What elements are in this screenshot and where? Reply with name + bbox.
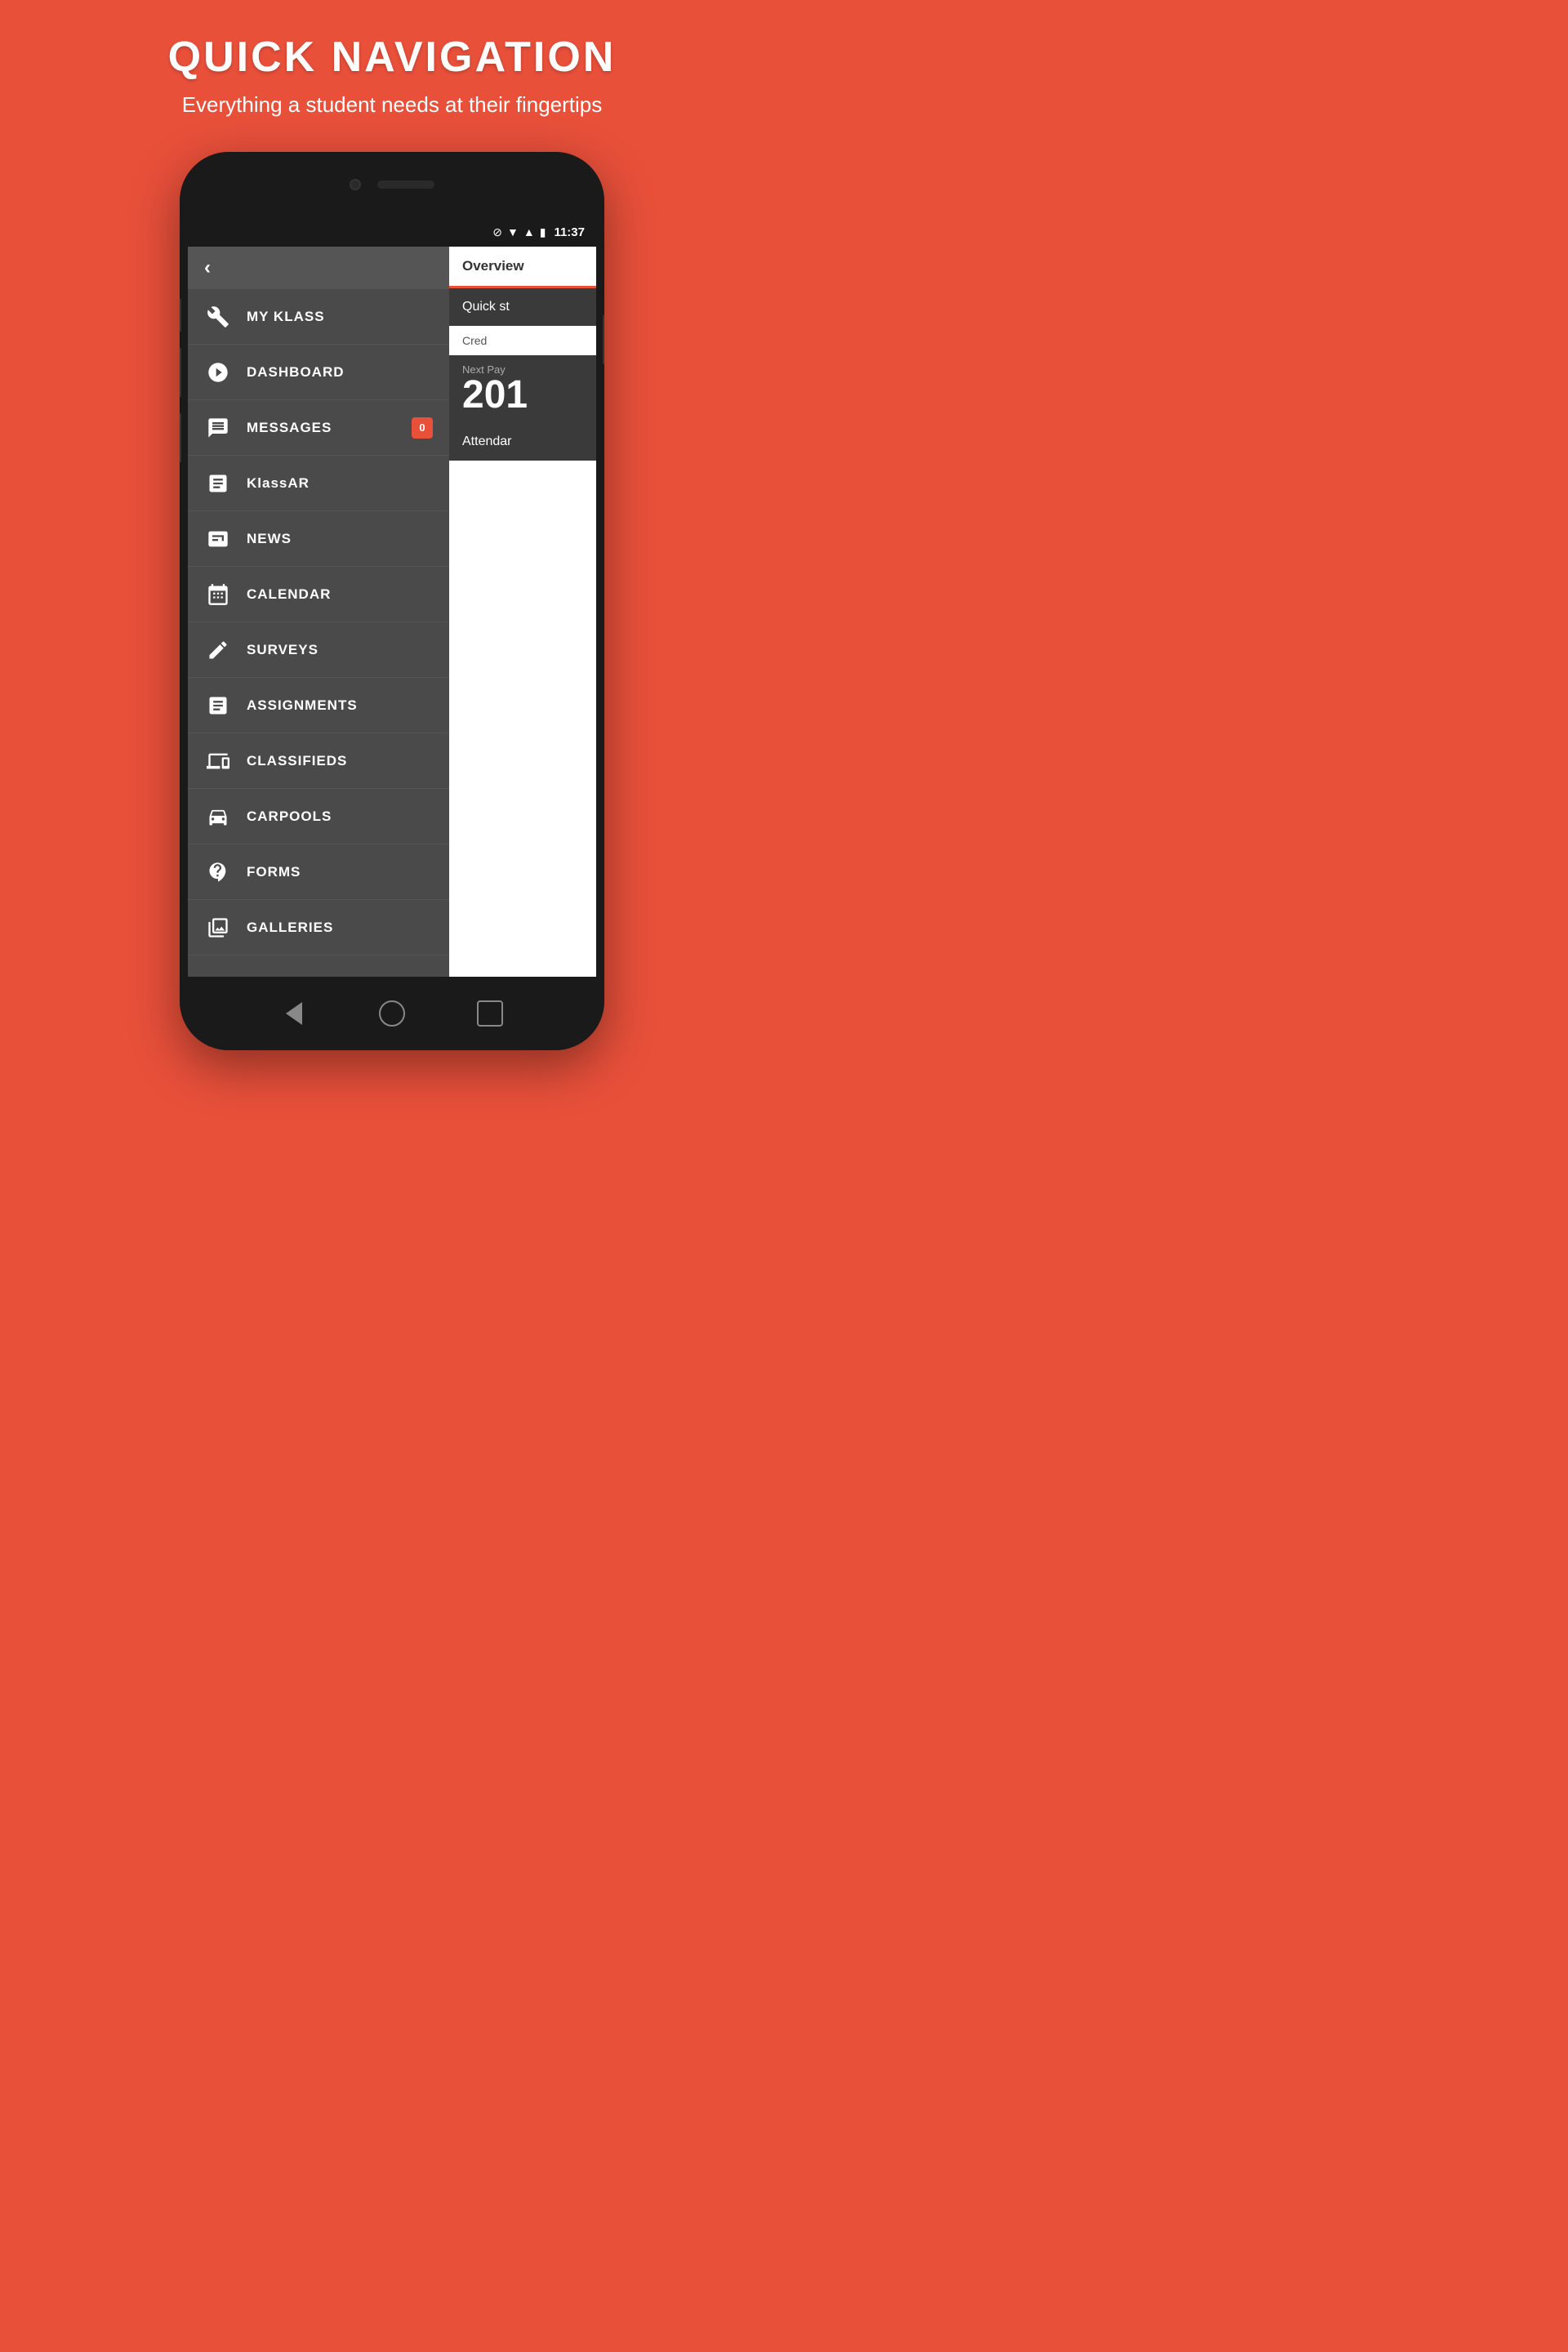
phone-bottom-nav bbox=[180, 977, 604, 1050]
back-bar[interactable]: ‹ bbox=[188, 247, 449, 289]
assignments-label: ASSIGNMENTS bbox=[247, 697, 358, 714]
phone-top-bezel bbox=[180, 152, 604, 217]
quick-start-box: Quick st bbox=[449, 288, 596, 326]
menu-item-forms[interactable]: FORMS bbox=[188, 844, 449, 900]
volume-down-button bbox=[180, 348, 181, 397]
menu-item-surveys[interactable]: SURVEYS bbox=[188, 622, 449, 678]
calendar-label: CALENDAR bbox=[247, 586, 331, 603]
dashboard-icon bbox=[204, 359, 232, 386]
power-button bbox=[603, 315, 604, 364]
right-panel: Overview Quick st Cred Next Pay 201 Atte… bbox=[449, 247, 596, 977]
classifieds-icon bbox=[204, 747, 232, 775]
wifi-icon: ▼ bbox=[507, 225, 519, 238]
carpools-label: CARPOOLS bbox=[247, 808, 332, 825]
galleries-icon bbox=[204, 914, 232, 942]
phone-device: ⊘ ▼ ▲ ▮ 11:37 ‹ MY KLASS bbox=[180, 152, 604, 1050]
menu-item-assignments[interactable]: ASSIGNMENTS bbox=[188, 678, 449, 733]
menu-item-news[interactable]: NEWS bbox=[188, 511, 449, 567]
my-klass-icon bbox=[204, 303, 232, 331]
assignments-icon bbox=[204, 692, 232, 719]
messages-badge: 0 bbox=[412, 417, 433, 439]
attendance-label: Attendar bbox=[462, 434, 511, 448]
next-pay-value: 201 bbox=[462, 376, 583, 415]
news-label: NEWS bbox=[247, 531, 292, 547]
no-disturb-icon: ⊘ bbox=[492, 225, 502, 239]
menu-item-my-klass[interactable]: MY KLASS bbox=[188, 289, 449, 345]
app-area: ‹ MY KLASS DASHBOARD bbox=[188, 247, 596, 977]
surveys-icon bbox=[204, 636, 232, 664]
recents-nav-button[interactable] bbox=[477, 1000, 503, 1027]
menu-item-messages[interactable]: MESSAGES 0 bbox=[188, 400, 449, 456]
forms-icon bbox=[204, 858, 232, 886]
carpools-icon bbox=[204, 803, 232, 831]
news-icon bbox=[204, 525, 232, 553]
quick-start-label: Quick st bbox=[462, 300, 510, 314]
calendar-icon bbox=[204, 581, 232, 608]
phone-screen: ⊘ ▼ ▲ ▮ 11:37 ‹ MY KLASS bbox=[188, 217, 596, 977]
surveys-label: SURVEYS bbox=[247, 642, 318, 658]
page-title: QUICK NAVIGATION bbox=[168, 33, 617, 82]
home-nav-button[interactable] bbox=[379, 1000, 405, 1027]
volume-up-button bbox=[180, 299, 181, 332]
earpiece-speaker bbox=[377, 180, 434, 189]
status-time: 11:37 bbox=[554, 225, 585, 239]
menu-item-klassar[interactable]: KlassAR bbox=[188, 456, 449, 511]
classifieds-label: CLASSIFIEDS bbox=[247, 753, 347, 769]
messages-icon bbox=[204, 414, 232, 442]
menu-item-dashboard[interactable]: DASHBOARD bbox=[188, 345, 449, 400]
attendance-box: Attendar bbox=[449, 423, 596, 461]
menu-item-classifieds[interactable]: CLASSIFIEDS bbox=[188, 733, 449, 789]
menu-item-carpools[interactable]: CARPOOLS bbox=[188, 789, 449, 844]
dashboard-label: DASHBOARD bbox=[247, 364, 345, 381]
status-bar: ⊘ ▼ ▲ ▮ 11:37 bbox=[188, 217, 596, 247]
menu-item-calendar[interactable]: CALENDAR bbox=[188, 567, 449, 622]
overview-tab[interactable]: Overview bbox=[462, 258, 524, 274]
menu-item-galleries[interactable]: GALLERIES bbox=[188, 900, 449, 956]
messages-label: MESSAGES bbox=[247, 420, 332, 436]
page-subtitle: Everything a student needs at their fing… bbox=[168, 90, 617, 119]
signal-icon: ▲ bbox=[523, 225, 535, 238]
galleries-label: GALLERIES bbox=[247, 920, 333, 936]
back-nav-button[interactable] bbox=[281, 1000, 307, 1027]
klassar-label: KlassAR bbox=[247, 475, 310, 492]
forms-label: FORMS bbox=[247, 864, 301, 880]
back-arrow-icon[interactable]: ‹ bbox=[204, 256, 211, 279]
right-panel-header: Overview bbox=[449, 247, 596, 288]
status-icons: ⊘ ▼ ▲ ▮ 11:37 bbox=[492, 225, 585, 239]
next-pay-section: Next Pay 201 bbox=[449, 355, 596, 423]
my-klass-label: MY KLASS bbox=[247, 309, 325, 325]
header-section: QUICK NAVIGATION Everything a student ne… bbox=[152, 0, 633, 136]
klassar-icon bbox=[204, 470, 232, 497]
credit-label: Cred bbox=[462, 334, 487, 347]
nav-drawer: ‹ MY KLASS DASHBOARD bbox=[188, 247, 449, 977]
front-camera bbox=[350, 179, 361, 190]
battery-icon: ▮ bbox=[540, 225, 546, 239]
silent-button bbox=[180, 413, 181, 462]
content-white-space bbox=[449, 461, 596, 977]
credit-section: Cred bbox=[449, 326, 596, 355]
